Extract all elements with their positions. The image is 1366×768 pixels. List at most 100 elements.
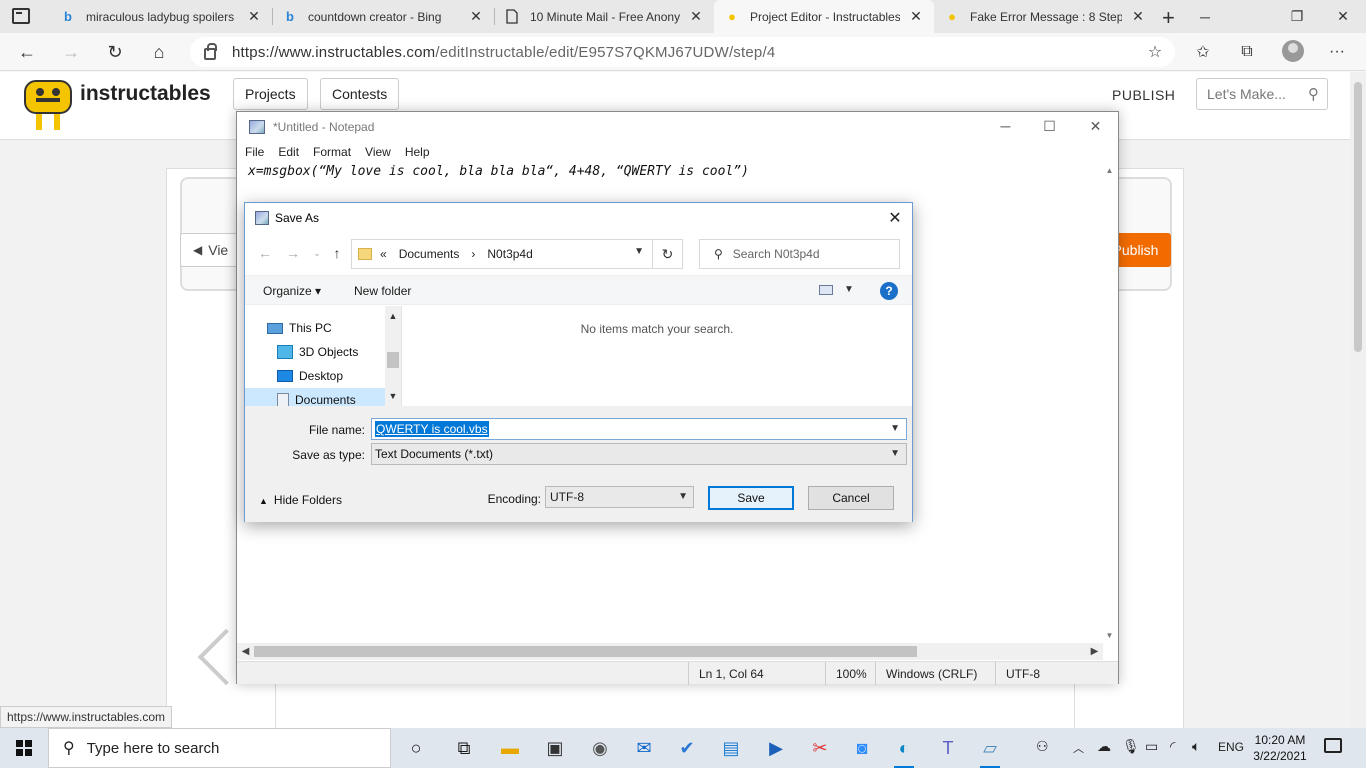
close-tab-icon[interactable]: ✕ [1130,8,1146,25]
tab-bing-ladybug[interactable]: b miraculous ladybug spoilers - ✕ [50,0,272,33]
battery-icon[interactable]: ▭ [1145,738,1158,755]
store-icon[interactable]: ▣ [541,734,569,762]
favorites-icon[interactable]: ✩ [1192,41,1214,63]
chevron-down-icon[interactable]: ▼ [678,491,688,502]
task-view-icon[interactable]: ⧉ [450,734,478,762]
tab-actions-icon[interactable] [12,8,30,24]
scroll-down-icon[interactable]: ▼ [1101,627,1118,644]
folder-search-input[interactable]: ⚲ Search N0t3p4d [699,239,900,269]
scroll-right-icon[interactable]: ▶ [1086,643,1103,660]
file-name-input[interactable]: QWERTY is cool.vbs ▼ [371,418,907,440]
previous-step-arrow-icon[interactable] [196,627,236,687]
publish-link[interactable]: PUBLISH [1112,87,1175,103]
chevron-down-icon[interactable]: ▼ [890,423,900,434]
contests-button[interactable]: Contests [320,78,400,110]
menu-edit[interactable]: Edit [278,145,299,159]
close-dialog-icon[interactable]: ✕ [884,207,906,229]
tab-bing-countdown[interactable]: b countdown creator - Bing ✕ [272,0,494,33]
microphone-icon[interactable]: 🎙︎ [1122,738,1140,755]
tab-10-minute-mail[interactable]: 10 Minute Mail - Free Anony ✕ [494,0,714,33]
forward-arrow-icon[interactable]: → [283,243,303,263]
save-as-type-select[interactable]: Text Documents (*.txt) ▼ [371,443,907,465]
url-input[interactable]: https://www.instructables.com/editInstru… [190,37,1175,67]
projects-button[interactable]: Projects [233,78,308,110]
notepad-maximize-icon[interactable]: ☐ [1027,112,1072,140]
scroll-down-icon[interactable]: ▼ [385,388,401,404]
cortana-icon[interactable]: ○ [402,734,430,762]
zoom-icon[interactable]: ◙ [848,734,876,762]
forward-button[interactable]: → [58,39,84,65]
minimize-icon[interactable]: ─ [1182,0,1228,33]
language-indicator[interactable]: ENG [1218,740,1244,754]
crumb-n0t3p4d[interactable]: N0t3p4d [487,247,532,261]
close-tab-icon[interactable]: ✕ [468,8,484,25]
lock-icon[interactable] [204,43,217,60]
scroll-up-icon[interactable]: ▲ [1101,162,1118,179]
video-editor-icon[interactable]: ▶ [762,734,790,762]
tab-project-editor[interactable]: ● Project Editor - Instructables ✕ [714,0,934,33]
photos-icon[interactable]: ▤ [717,734,745,762]
file-explorer-icon[interactable]: ▬ [496,734,524,762]
clock[interactable]: 10:20 AM 3/22/2021 [1250,732,1310,764]
snip-sketch-icon[interactable]: ✂ [806,734,834,762]
cancel-button[interactable]: Cancel [808,486,894,510]
tree-item-this-pc[interactable]: This PC [245,316,385,340]
menu-help[interactable]: Help [405,145,430,159]
collections-icon[interactable]: ⧉ [1236,41,1258,63]
todo-icon[interactable]: ✔ [673,734,701,762]
restore-icon[interactable]: ❐ [1274,0,1320,33]
up-folder-icon[interactable]: ↑ [327,243,347,263]
new-folder-button[interactable]: New folder [354,284,411,298]
scroll-up-icon[interactable]: ▲ [385,308,401,324]
wifi-icon[interactable]: ◜ [1170,738,1175,755]
notification-center-icon[interactable] [1324,738,1342,753]
chevron-down-icon[interactable]: ▼ [844,284,854,295]
refresh-button[interactable]: ↻ [102,39,128,65]
scroll-thumb[interactable] [387,352,399,368]
close-tab-icon[interactable]: ✕ [688,8,704,25]
new-tab-button[interactable]: + [1162,5,1175,31]
site-logo-text[interactable]: instructables [80,82,211,106]
notepad-horizontal-scrollbar[interactable]: ◀ ▶ [237,643,1103,660]
notepad-taskbar-icon[interactable]: ▱ [976,734,1004,768]
tree-scrollbar[interactable]: ▲ ▼ [385,306,401,406]
save-button[interactable]: Save [708,486,794,510]
notepad-vertical-scrollbar[interactable]: ▲ ▼ [1101,162,1118,644]
crumb-documents[interactable]: Documents [399,247,460,261]
view-button[interactable]: ◀ Vie [180,233,240,267]
edge-icon[interactable]: ◐ [890,734,918,768]
close-tab-icon[interactable]: ✕ [908,8,924,25]
page-scrollbar[interactable] [1350,72,1366,728]
close-window-icon[interactable]: ✕ [1320,0,1366,33]
recent-locations-icon[interactable]: ⌄ [307,243,327,263]
onedrive-icon[interactable]: ☁ [1097,738,1111,755]
encoding-select[interactable]: UTF-8 ▼ [545,486,694,508]
camera-icon[interactable]: ◉ [586,734,614,762]
scroll-thumb[interactable] [254,646,917,657]
scroll-left-icon[interactable]: ◀ [237,643,254,660]
profile-avatar[interactable] [1282,40,1304,62]
site-search-input[interactable]: Let's Make... ⚲ [1196,78,1328,110]
close-tab-icon[interactable]: ✕ [246,8,262,25]
back-arrow-icon[interactable]: ← [255,243,275,263]
tab-fake-error-message[interactable]: ● Fake Error Message : 8 Steps ✕ [934,0,1156,33]
teams-icon[interactable]: T [934,734,962,762]
chevron-up-icon[interactable]: ︿ [1073,740,1084,756]
tree-item-documents[interactable]: Documents [245,388,385,406]
windows-start-icon[interactable] [16,740,32,756]
back-button[interactable]: ← [14,39,40,65]
save-as-titlebar[interactable]: Save As [245,203,912,233]
menu-view[interactable]: View [365,145,391,159]
tree-item-3d-objects[interactable]: 3D Objects [245,340,385,364]
menu-file[interactable]: File [245,145,264,159]
instructables-robot-logo[interactable] [22,74,74,132]
chevron-down-icon[interactable]: ▼ [890,448,900,459]
people-icon[interactable]: ⚇ [1036,738,1049,755]
volume-icon[interactable]: 🔈︎ [1192,738,1200,755]
help-icon[interactable]: ? [880,282,898,300]
refresh-icon[interactable]: ↻ [653,239,683,269]
folder-path-bar[interactable]: « Documents › N0t3p4d ▼ [351,239,653,269]
view-options-icon[interactable] [819,285,833,295]
mail-icon[interactable]: ✉ [630,734,658,762]
notepad-close-icon[interactable]: ✕ [1073,112,1118,140]
